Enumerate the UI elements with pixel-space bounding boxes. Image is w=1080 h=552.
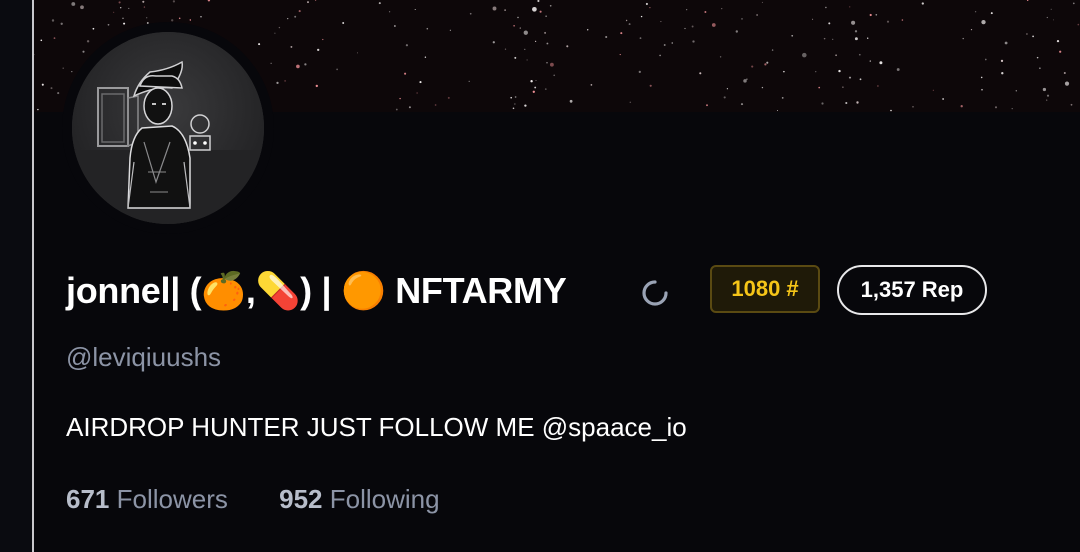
following-link[interactable]: 952 Following	[279, 482, 439, 516]
reputation-badge[interactable]: 1,357 Rep	[837, 265, 987, 315]
avatar[interactable]	[72, 32, 264, 224]
loading-spinner-icon	[642, 280, 668, 306]
profile-bio: AIRDROP HUNTER JUST FOLLOW ME @spaace_io	[66, 412, 687, 442]
left-sidebar	[0, 0, 32, 552]
rank-value: 1080	[731, 276, 781, 301]
followers-label: Followers	[116, 484, 228, 514]
rank-badge[interactable]: 1080 #	[710, 265, 820, 313]
rank-hash-icon: #	[786, 276, 799, 301]
following-label: Following	[329, 484, 440, 514]
display-name: jonnel| (🍊,💊) | 🟠 NFTARMY	[66, 270, 567, 311]
profile-page: jonnel| (🍊,💊) | 🟠 NFTARMY 1080 # 1,357 Re…	[0, 0, 1080, 552]
reputation-value: 1,357 Rep	[860, 277, 964, 302]
following-count: 952	[279, 484, 323, 514]
followers-link[interactable]: 671 Followers	[66, 482, 228, 516]
user-handle: @leviqiuushs	[66, 342, 222, 372]
followers-count: 671	[66, 484, 110, 514]
follow-stats: 671 Followers 952 Following	[66, 482, 440, 516]
avatar-image	[72, 32, 264, 224]
